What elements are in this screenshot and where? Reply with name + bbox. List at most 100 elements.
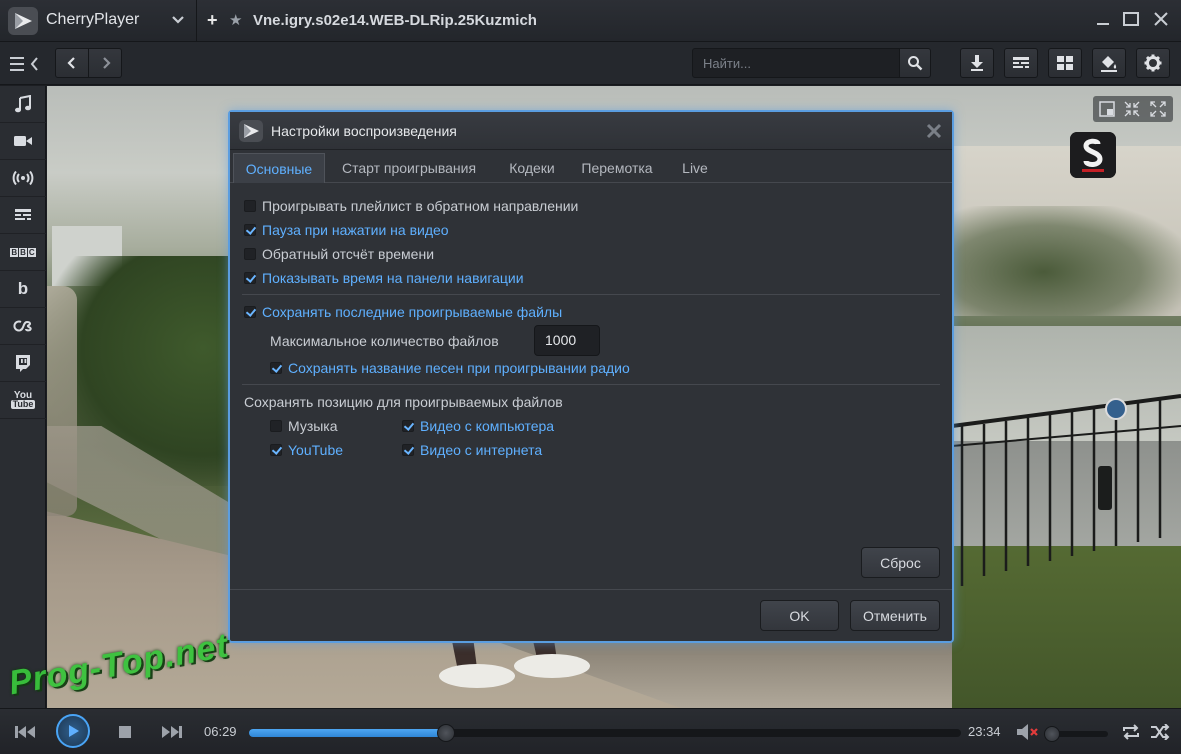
option-reverse-playlist[interactable]: Проигрывать плейлист в обратном направле… — [244, 198, 578, 214]
grid-view-button[interactable] — [1048, 48, 1082, 78]
dialog-footer: OK Отменить — [230, 589, 952, 641]
window-title: Vne.igry.s02e14.WEB-DLRip.25Kuzmich — [253, 12, 537, 29]
previous-button[interactable] — [12, 718, 38, 746]
sidebar-item-video[interactable] — [0, 123, 46, 160]
sidebar-item-bandcamp[interactable]: b — [0, 271, 46, 308]
option-label: Музыка — [288, 418, 338, 434]
playback-settings-dialog: Настройки воспроизведения Основные Старт… — [228, 110, 954, 643]
position-heading: Сохранять позицию для проигрываемых файл… — [244, 394, 563, 410]
sidebar-item-youtube[interactable]: You Tube — [0, 382, 46, 419]
gear-icon — [1144, 54, 1162, 72]
cancel-button[interactable]: Отменить — [850, 600, 940, 631]
seek-bar[interactable] — [249, 724, 961, 742]
mute-button[interactable] — [1015, 722, 1043, 742]
shuffle-icon — [1151, 724, 1170, 740]
video-scenery — [47, 286, 77, 516]
checkbox[interactable] — [244, 272, 256, 284]
close-icon[interactable] — [1148, 8, 1174, 32]
checkbox[interactable] — [244, 200, 256, 212]
bbc-icon: B B C — [10, 247, 36, 257]
option-label: Видео с компьютера — [420, 418, 555, 434]
volume-handle[interactable] — [1044, 726, 1060, 742]
subtitles-button[interactable] — [1004, 48, 1038, 78]
sidebar-item-twitch[interactable] — [0, 345, 46, 382]
tab-general[interactable]: Основные — [233, 153, 325, 183]
checkbox[interactable] — [244, 224, 256, 236]
skin-button[interactable] — [1092, 48, 1126, 78]
close-icon[interactable] — [925, 122, 943, 140]
search-icon — [908, 56, 923, 71]
search-button[interactable] — [899, 48, 931, 78]
add-tab-icon[interactable]: + — [207, 10, 218, 31]
ok-button[interactable]: OK — [760, 600, 839, 631]
checkbox[interactable] — [402, 420, 414, 432]
max-files-label: Максимальное количество файлов — [270, 333, 499, 349]
sidebar-item-bbc[interactable]: B B C — [0, 234, 46, 271]
option-label: Показывать время на панели навигации — [262, 270, 524, 286]
position-option-local-video[interactable]: Видео с компьютера — [402, 418, 554, 434]
seek-bar-handle[interactable] — [437, 724, 456, 742]
video-scenery — [1105, 398, 1127, 420]
title-bar: CherryPlayer + ★ Vne.igry.s02e14.WEB-DLR… — [0, 0, 1181, 42]
sidebar-item-music[interactable] — [0, 86, 46, 123]
checkbox[interactable] — [270, 420, 282, 432]
chevron-left-icon — [67, 57, 75, 69]
repeat-button[interactable] — [1120, 722, 1142, 742]
tab-codecs[interactable]: Кодеки — [498, 153, 566, 183]
paint-bucket-icon — [1101, 56, 1117, 72]
option-save-song-names[interactable]: Сохранять название песен при проигрывани… — [270, 360, 630, 376]
option-label: Пауза при нажатии на видео — [262, 222, 449, 238]
option-label: Проигрывать плейлист в обратном направле… — [262, 198, 579, 214]
checkbox[interactable] — [244, 248, 256, 260]
checkbox[interactable] — [270, 444, 282, 456]
checkbox[interactable] — [402, 444, 414, 456]
stop-button[interactable] — [113, 720, 137, 744]
option-label: Сохранять последние проигрываемые файлы — [262, 304, 563, 320]
sidebar-item-tv[interactable] — [0, 197, 46, 234]
tab-start-playback[interactable]: Старт проигрывания — [328, 153, 490, 183]
fullscreen-icon[interactable] — [1150, 101, 1166, 117]
option-show-time[interactable]: Показывать время на панели навигации — [244, 270, 524, 286]
max-files-input[interactable]: 1000 — [534, 325, 600, 356]
navigation-buttons — [55, 48, 122, 78]
chevron-down-icon[interactable] — [170, 12, 186, 28]
option-label: Видео с интернета — [420, 442, 543, 458]
stop-icon — [119, 726, 131, 738]
reset-button[interactable]: Сброс — [861, 547, 940, 578]
picture-in-picture-icon[interactable] — [1099, 101, 1115, 117]
checkbox[interactable] — [270, 362, 282, 374]
download-button[interactable] — [960, 48, 994, 78]
menu-toggle-icon[interactable] — [6, 53, 42, 75]
maximize-icon[interactable] — [1118, 8, 1144, 32]
forward-button[interactable] — [89, 49, 122, 77]
toolbar — [0, 42, 1181, 85]
next-button[interactable] — [158, 720, 186, 744]
settings-button[interactable] — [1136, 48, 1170, 78]
download-icon — [971, 55, 983, 71]
cherryplayer-logo-icon[interactable] — [8, 7, 38, 35]
sidebar-item-radio[interactable] — [0, 160, 46, 197]
shuffle-button[interactable] — [1148, 722, 1172, 742]
option-pause-on-click[interactable]: Пауза при нажатии на видео — [244, 222, 449, 238]
position-option-youtube[interactable]: YouTube — [270, 442, 343, 458]
channel-logo-icon — [1070, 132, 1116, 178]
shrink-icon[interactable] — [1124, 101, 1140, 117]
minimize-icon[interactable] — [1090, 8, 1116, 32]
sidebar-item-lastfm[interactable] — [0, 308, 46, 345]
option-countdown[interactable]: Обратный отсчёт времени — [244, 246, 434, 262]
star-icon[interactable]: ★ — [229, 11, 242, 29]
back-button[interactable] — [56, 49, 89, 77]
tab-seeking[interactable]: Перемотка — [574, 153, 660, 183]
position-option-internet-video[interactable]: Видео с интернета — [402, 442, 542, 458]
position-option-music[interactable]: Музыка — [270, 418, 338, 434]
lastfm-icon — [13, 320, 32, 332]
checkbox[interactable] — [244, 306, 256, 318]
tab-live[interactable]: Live — [670, 153, 720, 183]
search-input[interactable] — [692, 48, 900, 78]
grid-icon — [1057, 56, 1073, 70]
play-button[interactable] — [56, 714, 90, 748]
option-save-recent-files[interactable]: Сохранять последние проигрываемые файлы — [244, 304, 562, 320]
option-label: Сохранять название песен при проигрывани… — [288, 360, 630, 376]
settings-tabs: Основные Старт проигрывания Кодеки Перем… — [230, 150, 952, 183]
option-label: Обратный отсчёт времени — [262, 246, 435, 262]
